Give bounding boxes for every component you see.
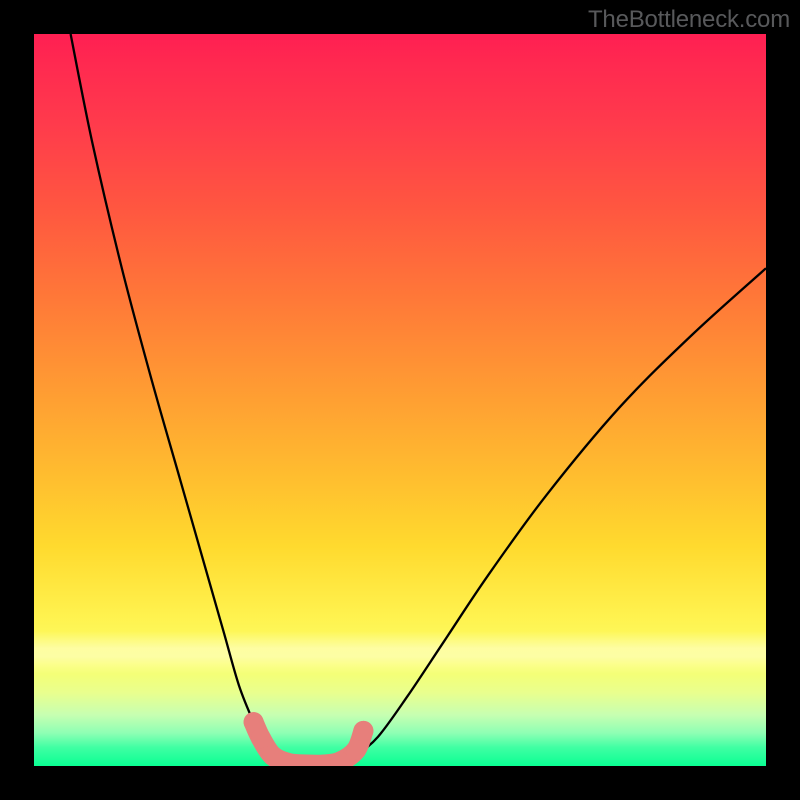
chart-frame: TheBottleneck.com <box>0 0 800 800</box>
curve-layer <box>34 34 766 766</box>
marker-dot <box>353 721 373 741</box>
bottleneck-curve <box>71 34 766 766</box>
marker-dot <box>346 740 366 760</box>
watermark-text: TheBottleneck.com <box>588 6 790 34</box>
marker-dot <box>251 728 271 748</box>
plot-area <box>34 34 766 766</box>
